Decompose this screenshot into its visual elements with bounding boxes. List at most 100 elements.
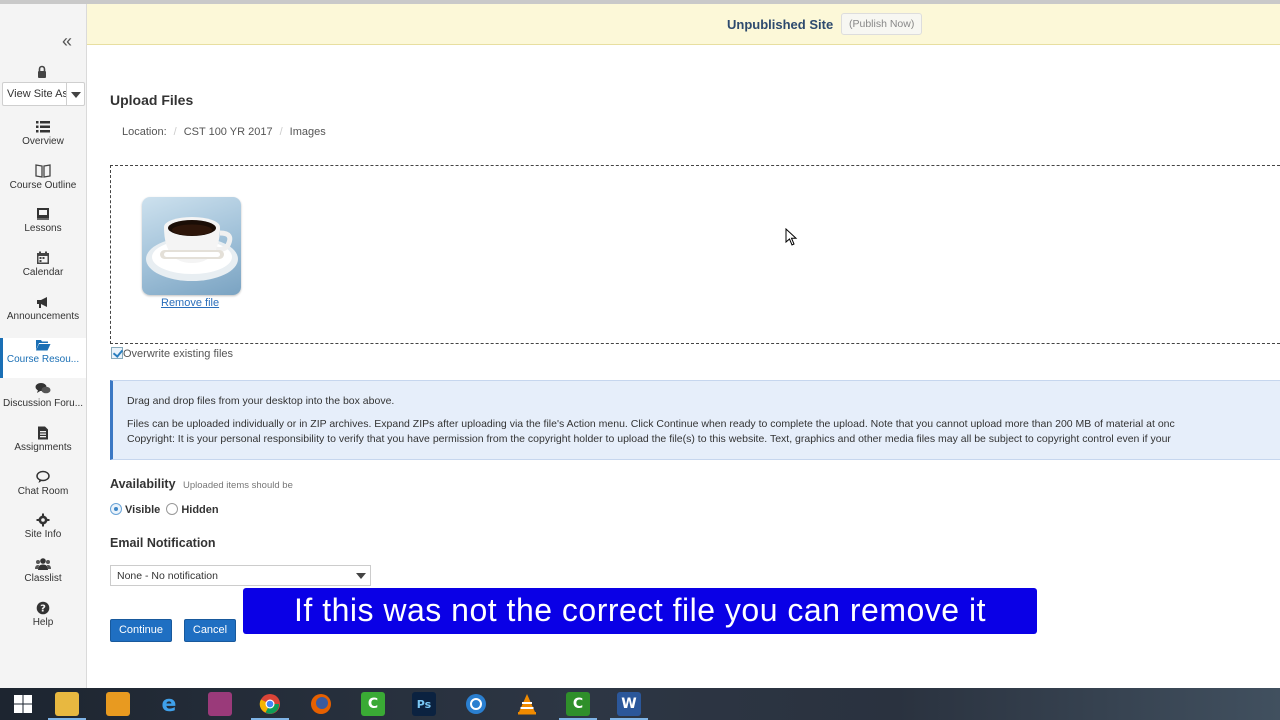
help-icon: ? bbox=[36, 601, 50, 614]
megaphone-icon bbox=[37, 296, 47, 308]
mouse-pointer-icon bbox=[785, 228, 798, 246]
file-icon bbox=[38, 426, 48, 440]
firefox-icon bbox=[311, 694, 331, 714]
sidebar-item-label: Overview bbox=[22, 136, 64, 147]
overwrite-checkbox[interactable] bbox=[111, 347, 123, 359]
sidebar-item-overview[interactable]: Overview bbox=[0, 120, 86, 160]
taskbar-network-app[interactable] bbox=[453, 688, 499, 720]
sidebar-item-label: Course Outline bbox=[9, 179, 77, 191]
collapse-sidebar-icon[interactable]: « bbox=[56, 30, 78, 52]
sidebar-item-site-info[interactable]: Site Info bbox=[0, 513, 86, 553]
calendar-icon bbox=[37, 251, 49, 265]
publish-now-button[interactable]: (Publish Now) bbox=[841, 13, 923, 35]
email-notification-select[interactable]: None - No notification bbox=[110, 565, 371, 586]
taskbar-firefox[interactable] bbox=[298, 688, 344, 720]
archive-icon bbox=[208, 692, 232, 716]
word-icon: W bbox=[617, 692, 641, 716]
sidebar-item-assignments[interactable]: Assignments bbox=[0, 426, 86, 466]
sidebar-item-label: Discussion Foru... bbox=[3, 398, 84, 410]
upload-instructions: Drag and drop files from your desktop in… bbox=[110, 380, 1280, 460]
sidebar-item-announcements[interactable]: Announcements bbox=[0, 295, 86, 335]
email-notification-value: None - No notification bbox=[117, 570, 218, 582]
taskbar-word[interactable]: W bbox=[606, 688, 652, 720]
availability-heading: Availability bbox=[110, 477, 176, 491]
windows-taskbar: e C Ps C W bbox=[0, 688, 1280, 720]
availability-options: Visible Hidden bbox=[110, 503, 222, 516]
list-icon bbox=[36, 121, 50, 133]
sidebar-item-label: Assignments bbox=[14, 441, 72, 453]
comments-icon bbox=[35, 383, 51, 394]
remove-file-link[interactable]: Remove file bbox=[161, 297, 219, 309]
sidebar-item-course-outline[interactable]: Course Outline bbox=[0, 163, 86, 204]
camtasia-recorder-icon: C bbox=[566, 692, 590, 716]
folder-open-icon bbox=[36, 340, 51, 351]
taskbar-internet-explorer[interactable]: e bbox=[146, 688, 192, 720]
taskbar-vlc[interactable] bbox=[504, 688, 550, 720]
view-site-as-label: View Site As bbox=[7, 88, 67, 100]
copyright-notice: Copyright: It is your personal responsib… bbox=[127, 433, 1171, 445]
continue-button[interactable]: Continue bbox=[110, 619, 172, 642]
camtasia-icon: C bbox=[361, 692, 385, 716]
taskbar-chrome[interactable] bbox=[247, 688, 293, 720]
view-site-as-select[interactable]: View Site As bbox=[2, 82, 85, 106]
taskbar-archive-app[interactable] bbox=[197, 688, 243, 720]
windows-start-button[interactable] bbox=[0, 688, 46, 720]
taskbar-camtasia[interactable]: C bbox=[350, 688, 396, 720]
chrome-icon bbox=[259, 694, 280, 714]
book-icon bbox=[35, 163, 51, 178]
internet-explorer-icon: e bbox=[161, 691, 177, 717]
overwrite-label: Overwrite existing files bbox=[123, 348, 234, 360]
visible-label[interactable]: Visible bbox=[125, 504, 160, 516]
open-book-icon bbox=[37, 208, 49, 221]
svg-text:?: ? bbox=[40, 603, 46, 614]
breadcrumb-site[interactable]: CST 100 YR 2017 bbox=[184, 126, 273, 138]
file-dropzone[interactable]: Remove file bbox=[110, 165, 1280, 344]
sidebar-item-label: Course Resou... bbox=[6, 354, 80, 366]
sidebar-item-calendar[interactable]: Calendar bbox=[0, 251, 86, 291]
instructions-line: Files can be uploaded individually or in… bbox=[127, 418, 1175, 430]
sidebar-item-label: Chat Room bbox=[17, 485, 69, 497]
lock-icon bbox=[34, 64, 50, 80]
sidebar-item-label: Help bbox=[32, 616, 54, 628]
chevron-down-icon bbox=[356, 573, 366, 579]
uploaded-image-thumbnail bbox=[142, 197, 241, 295]
sidebar-nav: Overview Course Outline Lessons Calendar… bbox=[0, 116, 86, 640]
sidebar-item-discussion-forums[interactable]: Discussion Foru... bbox=[0, 382, 86, 422]
network-icon bbox=[466, 694, 486, 714]
sidebar-item-course-resources[interactable]: Course Resou... bbox=[0, 338, 86, 379]
photoshop-icon: Ps bbox=[412, 692, 436, 716]
hidden-label[interactable]: Hidden bbox=[181, 504, 218, 516]
breadcrumb: Location: / CST 100 YR 2017/Images bbox=[122, 126, 326, 138]
email-notification-heading: Email Notification bbox=[110, 536, 216, 550]
windows-logo-icon bbox=[14, 695, 32, 713]
taskbar-file-explorer[interactable] bbox=[44, 688, 90, 720]
chat-icon bbox=[36, 470, 50, 483]
taskbar-notes-app[interactable] bbox=[95, 688, 141, 720]
gear-icon bbox=[36, 513, 50, 527]
folder-icon bbox=[55, 692, 79, 716]
page-title: Upload Files bbox=[110, 92, 194, 108]
sidebar-item-label: Site Info bbox=[24, 529, 62, 541]
tool-sidebar: « View Site As Overview Course Outline L… bbox=[0, 4, 87, 688]
users-icon bbox=[35, 558, 51, 570]
sidebar-item-lessons[interactable]: Lessons bbox=[0, 207, 86, 247]
sidebar-item-label: Lessons bbox=[24, 223, 62, 235]
overwrite-option: Overwrite existing files bbox=[111, 347, 233, 360]
sidebar-item-label: Announcements bbox=[6, 310, 80, 322]
breadcrumb-label: Location: bbox=[122, 126, 167, 138]
sidebar-item-chat-room[interactable]: Chat Room bbox=[0, 470, 86, 510]
taskbar-photoshop[interactable]: Ps bbox=[401, 688, 447, 720]
video-caption: If this was not the correct file you can… bbox=[243, 588, 1037, 634]
vlc-icon bbox=[518, 694, 536, 715]
sidebar-item-help[interactable]: ? Help bbox=[0, 601, 86, 641]
cancel-button[interactable]: Cancel bbox=[184, 619, 236, 642]
sidebar-item-label: Calendar bbox=[22, 267, 64, 279]
chevron-down-icon[interactable] bbox=[66, 83, 84, 105]
hidden-radio[interactable] bbox=[166, 503, 179, 515]
taskbar-camtasia-recorder[interactable]: C bbox=[555, 688, 601, 720]
notes-icon bbox=[106, 692, 130, 716]
sidebar-item-classlist[interactable]: Classlist bbox=[0, 557, 86, 597]
availability-subtext: Uploaded items should be bbox=[183, 480, 293, 491]
visible-radio[interactable] bbox=[110, 503, 122, 515]
breadcrumb-folder[interactable]: Images bbox=[290, 126, 326, 138]
